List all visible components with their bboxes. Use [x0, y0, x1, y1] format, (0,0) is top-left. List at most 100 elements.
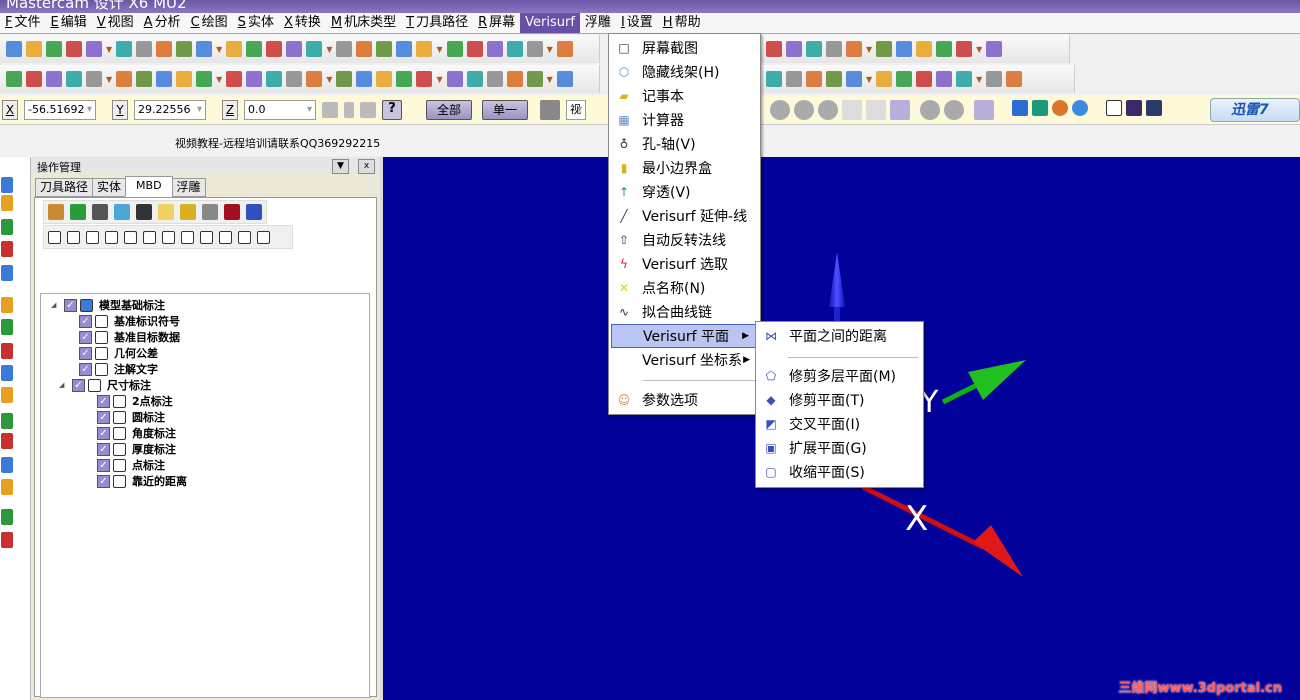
toolbar-tool-icon[interactable]: [446, 71, 463, 87]
mbd-tool-icon[interactable]: [70, 204, 86, 220]
tree-node[interactable]: ✓ 角度标注: [97, 425, 176, 441]
toolbar-tool-icon[interactable]: [6, 41, 22, 57]
tree-node[interactable]: ✓ 基准标识符号: [79, 313, 180, 329]
toolbar-tool-icon[interactable]: [416, 41, 433, 57]
tab-1[interactable]: 实体: [92, 178, 127, 197]
left-tool-icon[interactable]: [1, 195, 13, 211]
left-tool-icon[interactable]: [1, 413, 13, 429]
annotation-tool-icon[interactable]: [48, 230, 61, 244]
menu-m[interactable]: M 机床类型: [326, 13, 401, 33]
checkbox[interactable]: ✓: [72, 378, 85, 392]
menu-item-1[interactable]: ⬡ 隐藏线架(H): [611, 60, 758, 84]
menu-item-0[interactable]: □ 屏幕截图: [611, 36, 758, 60]
menu-item-4[interactable]: ♁ 孔-轴(V): [611, 132, 758, 156]
dropdown-arrow-icon[interactable]: ▼: [976, 75, 982, 84]
select-all-button[interactable]: 全部: [426, 99, 473, 120]
toolbar-tool-icon[interactable]: [356, 71, 373, 87]
checkbox[interactable]: ✓: [64, 298, 77, 312]
toolbar-tool-icon[interactable]: [766, 71, 782, 87]
toolbar-tool-icon[interactable]: [526, 71, 543, 87]
toolbar-tool-icon[interactable]: [556, 41, 573, 57]
menu-item-13[interactable]: Verisurf 坐标系 ▶: [611, 348, 758, 372]
expand-icon[interactable]: ◢: [51, 301, 61, 309]
menu-v[interactable]: V 视图: [92, 13, 139, 33]
toolbar-tool-icon[interactable]: [916, 71, 933, 87]
toolbar-tool-icon[interactable]: [846, 71, 862, 87]
toolbar-tool-icon[interactable]: [336, 41, 353, 57]
toolbar-tool-icon[interactable]: [1006, 71, 1023, 87]
annotation-tool-icon[interactable]: [67, 230, 80, 244]
menu-item-14[interactable]: ☺ 参数选项: [611, 388, 758, 412]
toolbar-tool-icon[interactable]: [356, 41, 373, 57]
dropdown-arrow-icon[interactable]: ▼: [547, 45, 553, 54]
left-tool-icon[interactable]: [1, 177, 13, 193]
menu-i[interactable]: I 设置: [616, 13, 658, 33]
toolbar-tool-icon[interactable]: [416, 71, 433, 87]
menu-e[interactable]: E 编辑: [46, 13, 92, 33]
tab-2[interactable]: MBD: [125, 176, 173, 197]
menu-x[interactable]: X 转换: [279, 13, 326, 33]
toolbar-tool-icon[interactable]: [936, 41, 953, 57]
menu-verisurf[interactable]: Verisurf: [520, 13, 580, 33]
view-select[interactable]: 视: [566, 99, 587, 120]
annotation-tool-icon[interactable]: [181, 230, 194, 244]
x-input[interactable]: -56.51692: [24, 99, 96, 120]
tree-node[interactable]: ◢ ✓ 尺寸标注: [59, 377, 151, 393]
toolbar-tool-icon[interactable]: [246, 71, 263, 87]
toolbar-tool-icon[interactable]: [986, 71, 1003, 87]
left-tool-icon[interactable]: [1, 219, 13, 235]
fast-point-icon[interactable]: [322, 101, 338, 118]
x-label[interactable]: X: [2, 99, 18, 120]
toolbar-tool-icon[interactable]: [46, 71, 62, 87]
left-tool-icon[interactable]: [1, 343, 13, 359]
toolbar-tool-icon[interactable]: [136, 71, 153, 87]
annotation-tool-icon[interactable]: [162, 230, 175, 244]
left-tool-icon[interactable]: [1, 479, 13, 495]
mbd-tool-icon[interactable]: [180, 204, 196, 220]
menu-r[interactable]: R 屏幕: [473, 13, 520, 33]
toolbar-tool-icon[interactable]: [196, 71, 213, 87]
mbd-tool-icon[interactable]: [246, 204, 262, 220]
view-icon[interactable]: [1146, 100, 1162, 116]
annotation-tool-icon[interactable]: [257, 230, 270, 244]
left-tool-icon[interactable]: [1, 387, 13, 403]
y-label[interactable]: Y: [112, 99, 128, 120]
chain-select-icon[interactable]: [866, 100, 886, 120]
toolbar-tool-icon[interactable]: [396, 71, 413, 87]
toolbar-tool-icon[interactable]: [376, 71, 393, 87]
dropdown-arrow-icon[interactable]: ▼: [216, 45, 222, 54]
left-tool-icon[interactable]: [1, 241, 13, 257]
dropdown-arrow-icon[interactable]: ▼: [547, 75, 553, 84]
annotation-tool-icon[interactable]: [238, 230, 251, 244]
menu-item-5[interactable]: ▮ 最小边界盒: [611, 156, 758, 180]
submenu-item-3[interactable]: ◩ 交叉平面(I): [758, 412, 921, 436]
toolbar-tool-icon[interactable]: [136, 41, 153, 57]
dropdown-arrow-icon[interactable]: ▼: [866, 45, 872, 54]
dropdown-arrow-icon[interactable]: ▼: [106, 75, 112, 84]
left-tool-icon[interactable]: [1, 433, 13, 449]
mbd-tool-icon[interactable]: [114, 204, 130, 220]
toolbar-tool-icon[interactable]: [466, 71, 483, 87]
tree-node[interactable]: ✓ 厚度标注: [97, 441, 176, 457]
toolbar-tool-icon[interactable]: [246, 41, 263, 57]
toolbar-tool-icon[interactable]: [306, 71, 323, 87]
menu-s[interactable]: S 实体: [233, 13, 279, 33]
menu-item-8[interactable]: ⇧ 自动反转法线: [611, 228, 758, 252]
toolbar-tool-icon[interactable]: [306, 41, 323, 57]
menu-item-6[interactable]: ↑ 穿透(V): [611, 180, 758, 204]
toolbar-tool-icon[interactable]: [766, 41, 782, 57]
checkbox[interactable]: ✓: [79, 330, 92, 344]
toolbar-tool-icon[interactable]: [46, 41, 62, 57]
solid-select-icon[interactable]: [842, 100, 862, 120]
tree-node[interactable]: ◢ ✓ 模型基础标注: [51, 297, 165, 313]
annotation-tool-icon[interactable]: [105, 230, 118, 244]
expand-icon[interactable]: ◢: [59, 381, 69, 389]
opmgr-dropdown-button[interactable]: ▼: [332, 159, 349, 174]
z-input[interactable]: 0.0: [244, 99, 316, 120]
toolbar-tool-icon[interactable]: [226, 41, 243, 57]
z-label[interactable]: Z: [222, 99, 238, 120]
dropdown-arrow-icon[interactable]: ▼: [106, 45, 112, 54]
toolbar-tool-icon[interactable]: [266, 71, 283, 87]
menu-h[interactable]: H 帮助: [658, 13, 706, 33]
left-tool-icon[interactable]: [1, 319, 13, 335]
